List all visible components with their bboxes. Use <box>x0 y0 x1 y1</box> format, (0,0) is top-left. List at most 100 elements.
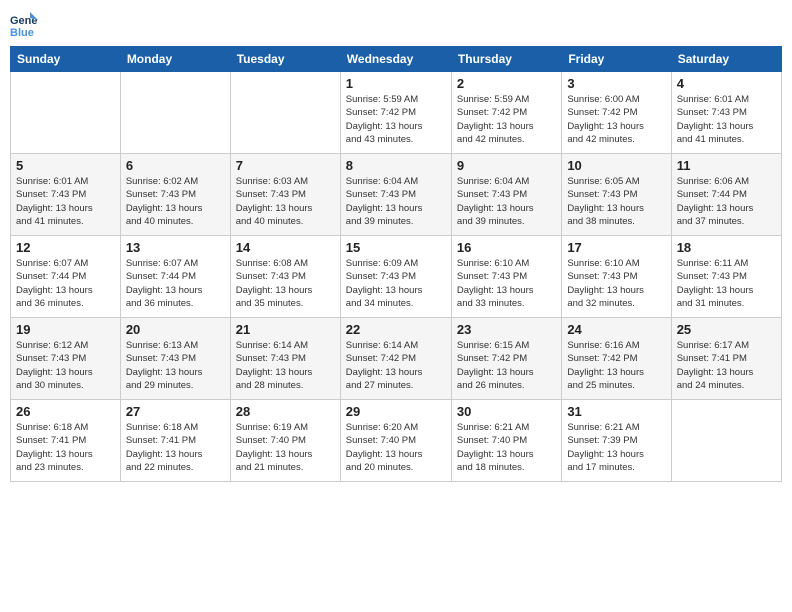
day-number: 24 <box>567 322 665 337</box>
calendar-cell: 20 Sunrise: 6:13 AM Sunset: 7:43 PM Dayli… <box>120 318 230 400</box>
calendar-cell: 7 Sunrise: 6:03 AM Sunset: 7:43 PM Daylig… <box>230 154 340 236</box>
day-info: Sunrise: 6:15 AM Sunset: 7:42 PM Dayligh… <box>457 339 556 392</box>
day-number: 22 <box>346 322 446 337</box>
weekday-header-saturday: Saturday <box>671 47 781 72</box>
day-info: Sunrise: 6:17 AM Sunset: 7:41 PM Dayligh… <box>677 339 776 392</box>
calendar-cell: 26 Sunrise: 6:18 AM Sunset: 7:41 PM Dayli… <box>11 400 121 482</box>
day-number: 7 <box>236 158 335 173</box>
calendar-cell: 21 Sunrise: 6:14 AM Sunset: 7:43 PM Dayli… <box>230 318 340 400</box>
calendar-week-1: 1 Sunrise: 5:59 AM Sunset: 7:42 PM Daylig… <box>11 72 782 154</box>
day-number: 27 <box>126 404 225 419</box>
day-number: 18 <box>677 240 776 255</box>
day-number: 23 <box>457 322 556 337</box>
calendar-cell: 3 Sunrise: 6:00 AM Sunset: 7:42 PM Daylig… <box>562 72 671 154</box>
day-info: Sunrise: 6:03 AM Sunset: 7:43 PM Dayligh… <box>236 175 335 228</box>
day-info: Sunrise: 5:59 AM Sunset: 7:42 PM Dayligh… <box>457 93 556 146</box>
day-info: Sunrise: 6:13 AM Sunset: 7:43 PM Dayligh… <box>126 339 225 392</box>
day-info: Sunrise: 6:11 AM Sunset: 7:43 PM Dayligh… <box>677 257 776 310</box>
day-info: Sunrise: 6:20 AM Sunset: 7:40 PM Dayligh… <box>346 421 446 474</box>
day-info: Sunrise: 6:18 AM Sunset: 7:41 PM Dayligh… <box>126 421 225 474</box>
calendar-cell: 2 Sunrise: 5:59 AM Sunset: 7:42 PM Daylig… <box>451 72 561 154</box>
day-number: 21 <box>236 322 335 337</box>
calendar-cell: 10Sunrise: 6:05 AM Sunset: 7:43 PM Dayli… <box>562 154 671 236</box>
day-number: 15 <box>346 240 446 255</box>
calendar-cell: 12Sunrise: 6:07 AM Sunset: 7:44 PM Dayli… <box>11 236 121 318</box>
calendar-cell: 24 Sunrise: 6:16 AM Sunset: 7:42 PM Dayli… <box>562 318 671 400</box>
calendar-cell: 16Sunrise: 6:10 AM Sunset: 7:43 PM Dayli… <box>451 236 561 318</box>
calendar-cell: 5Sunrise: 6:01 AM Sunset: 7:43 PM Daylig… <box>11 154 121 236</box>
day-info: Sunrise: 6:00 AM Sunset: 7:42 PM Dayligh… <box>567 93 665 146</box>
calendar-cell: 15 Sunrise: 6:09 AM Sunset: 7:43 PM Dayli… <box>340 236 451 318</box>
day-info: Sunrise: 6:04 AM Sunset: 7:43 PM Dayligh… <box>457 175 556 228</box>
day-number: 3 <box>567 76 665 91</box>
day-number: 31 <box>567 404 665 419</box>
day-number: 29 <box>346 404 446 419</box>
weekday-header-monday: Monday <box>120 47 230 72</box>
calendar-week-5: 26 Sunrise: 6:18 AM Sunset: 7:41 PM Dayli… <box>11 400 782 482</box>
day-info: Sunrise: 6:09 AM Sunset: 7:43 PM Dayligh… <box>346 257 446 310</box>
calendar-week-4: 19 Sunrise: 6:12 AM Sunset: 7:43 PM Dayli… <box>11 318 782 400</box>
day-number: 9 <box>457 158 556 173</box>
day-number: 4 <box>677 76 776 91</box>
calendar-cell: 27 Sunrise: 6:18 AM Sunset: 7:41 PM Dayli… <box>120 400 230 482</box>
calendar-cell <box>11 72 121 154</box>
logo: General Blue <box>10 10 42 38</box>
calendar-cell: 19 Sunrise: 6:12 AM Sunset: 7:43 PM Dayli… <box>11 318 121 400</box>
weekday-header-wednesday: Wednesday <box>340 47 451 72</box>
header: General Blue <box>10 10 782 38</box>
logo-icon: General Blue <box>10 10 38 38</box>
day-number: 17 <box>567 240 665 255</box>
calendar-cell: 17Sunrise: 6:10 AM Sunset: 7:43 PM Dayli… <box>562 236 671 318</box>
calendar-cell <box>671 400 781 482</box>
day-number: 13 <box>126 240 225 255</box>
day-info: Sunrise: 6:16 AM Sunset: 7:42 PM Dayligh… <box>567 339 665 392</box>
calendar-cell: 31 Sunrise: 6:21 AM Sunset: 7:39 PM Dayli… <box>562 400 671 482</box>
svg-text:Blue: Blue <box>10 27 34 38</box>
day-number: 2 <box>457 76 556 91</box>
calendar-cell: 23 Sunrise: 6:15 AM Sunset: 7:42 PM Dayli… <box>451 318 561 400</box>
calendar-week-3: 12Sunrise: 6:07 AM Sunset: 7:44 PM Dayli… <box>11 236 782 318</box>
calendar-cell: 29 Sunrise: 6:20 AM Sunset: 7:40 PM Dayli… <box>340 400 451 482</box>
day-info: Sunrise: 6:02 AM Sunset: 7:43 PM Dayligh… <box>126 175 225 228</box>
weekday-header-tuesday: Tuesday <box>230 47 340 72</box>
day-info: Sunrise: 6:21 AM Sunset: 7:40 PM Dayligh… <box>457 421 556 474</box>
calendar-cell: 14 Sunrise: 6:08 AM Sunset: 7:43 PM Dayli… <box>230 236 340 318</box>
calendar-cell: 9 Sunrise: 6:04 AM Sunset: 7:43 PM Daylig… <box>451 154 561 236</box>
calendar-cell: 13Sunrise: 6:07 AM Sunset: 7:44 PM Dayli… <box>120 236 230 318</box>
calendar-cell: 18 Sunrise: 6:11 AM Sunset: 7:43 PM Dayli… <box>671 236 781 318</box>
day-info: Sunrise: 6:19 AM Sunset: 7:40 PM Dayligh… <box>236 421 335 474</box>
day-number: 1 <box>346 76 446 91</box>
day-info: Sunrise: 6:05 AM Sunset: 7:43 PM Dayligh… <box>567 175 665 228</box>
day-info: Sunrise: 6:14 AM Sunset: 7:42 PM Dayligh… <box>346 339 446 392</box>
day-number: 26 <box>16 404 115 419</box>
day-info: Sunrise: 6:01 AM Sunset: 7:43 PM Dayligh… <box>677 93 776 146</box>
calendar-cell: 1 Sunrise: 5:59 AM Sunset: 7:42 PM Daylig… <box>340 72 451 154</box>
day-number: 6 <box>126 158 225 173</box>
calendar-cell: 22 Sunrise: 6:14 AM Sunset: 7:42 PM Dayli… <box>340 318 451 400</box>
weekday-header-sunday: Sunday <box>11 47 121 72</box>
day-info: Sunrise: 6:21 AM Sunset: 7:39 PM Dayligh… <box>567 421 665 474</box>
day-number: 11 <box>677 158 776 173</box>
weekday-header-thursday: Thursday <box>451 47 561 72</box>
calendar-cell <box>230 72 340 154</box>
calendar-cell <box>120 72 230 154</box>
weekday-header-row: SundayMondayTuesdayWednesdayThursdayFrid… <box>11 47 782 72</box>
day-number: 25 <box>677 322 776 337</box>
calendar-week-2: 5Sunrise: 6:01 AM Sunset: 7:43 PM Daylig… <box>11 154 782 236</box>
day-number: 8 <box>346 158 446 173</box>
page: General Blue SundayMondayTuesdayWednesda… <box>0 0 792 612</box>
day-info: Sunrise: 6:07 AM Sunset: 7:44 PM Dayligh… <box>16 257 115 310</box>
day-info: Sunrise: 6:08 AM Sunset: 7:43 PM Dayligh… <box>236 257 335 310</box>
day-info: Sunrise: 6:12 AM Sunset: 7:43 PM Dayligh… <box>16 339 115 392</box>
day-info: Sunrise: 6:10 AM Sunset: 7:43 PM Dayligh… <box>457 257 556 310</box>
day-info: Sunrise: 6:18 AM Sunset: 7:41 PM Dayligh… <box>16 421 115 474</box>
day-info: Sunrise: 5:59 AM Sunset: 7:42 PM Dayligh… <box>346 93 446 146</box>
day-number: 30 <box>457 404 556 419</box>
day-number: 20 <box>126 322 225 337</box>
day-info: Sunrise: 6:01 AM Sunset: 7:43 PM Dayligh… <box>16 175 115 228</box>
day-number: 19 <box>16 322 115 337</box>
calendar-cell: 6 Sunrise: 6:02 AM Sunset: 7:43 PM Daylig… <box>120 154 230 236</box>
day-number: 14 <box>236 240 335 255</box>
day-info: Sunrise: 6:14 AM Sunset: 7:43 PM Dayligh… <box>236 339 335 392</box>
weekday-header-friday: Friday <box>562 47 671 72</box>
